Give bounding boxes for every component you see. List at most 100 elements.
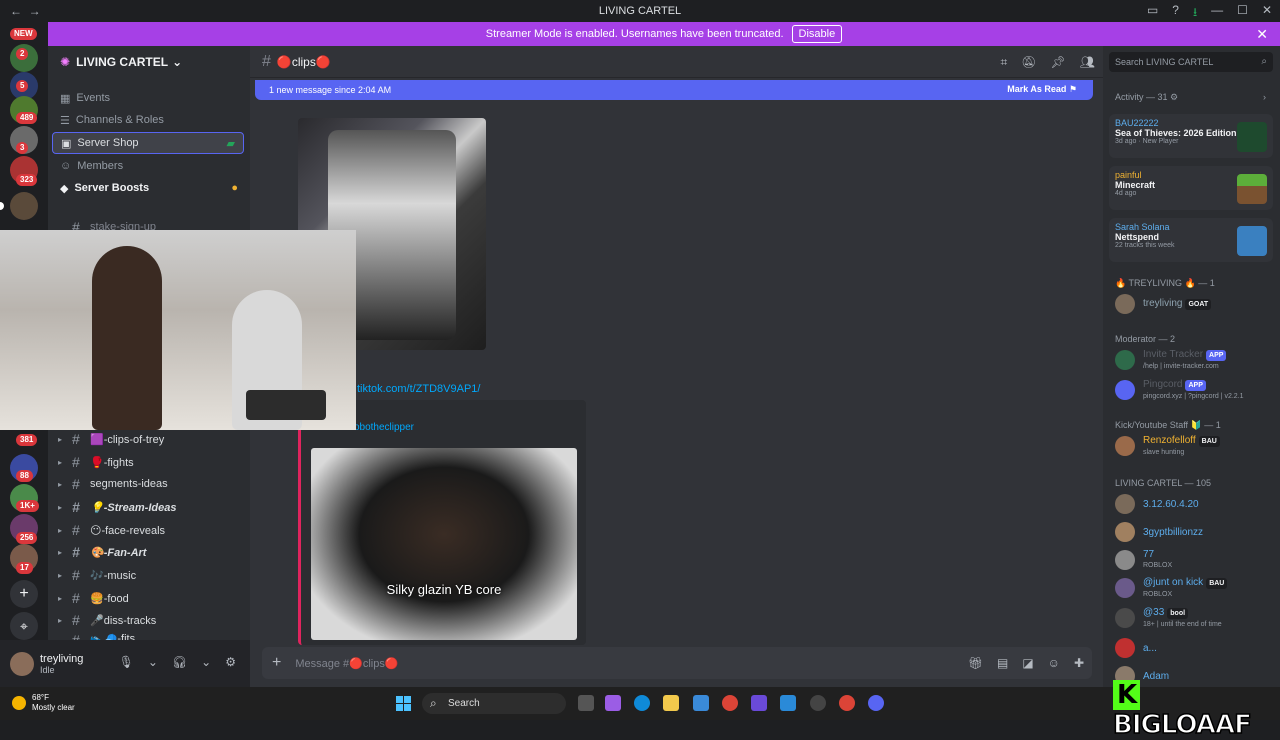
chevron-right-icon: ▸ <box>58 502 63 512</box>
message-composer[interactable]: + Message #🔴clips🔴 🎁︎ ▤ ◪ ☺ ✚ <box>262 647 1092 679</box>
mark-as-read-button[interactable]: Mark As Read ⚑ <box>1007 84 1077 95</box>
download-icon[interactable]: ⭳ <box>1193 3 1197 24</box>
avatar <box>1115 638 1135 658</box>
headphones-icon[interactable]: 🎧︎ <box>172 655 187 669</box>
hash-icon: # <box>72 499 80 515</box>
game-thumbnail <box>1237 174 1267 204</box>
chevron-right-icon: ▸ <box>58 547 63 557</box>
apps-icon[interactable]: ✚ <box>1074 656 1084 670</box>
channel-item[interactable]: ▸ # segments-ideas <box>52 473 244 495</box>
chevron-right-icon: ▸ <box>58 525 63 535</box>
chrome-icon[interactable] <box>722 695 738 711</box>
store-icon[interactable] <box>693 695 709 711</box>
sidebar-item-members[interactable]: ☺ Members <box>52 155 244 177</box>
minimize-icon[interactable]: — <box>1211 3 1223 24</box>
channel-item[interactable]: ▸ # 🎨-Fan-Art <box>52 541 244 563</box>
sticker-icon[interactable]: ◪ <box>1022 656 1033 670</box>
window-title: LIVING CARTEL <box>598 5 682 17</box>
help-icon[interactable]: ? <box>1172 3 1179 24</box>
gift-icon[interactable]: 🎁︎ <box>968 656 983 670</box>
search-input[interactable]: Search LIVING CARTEL ⌕ <box>1109 52 1273 72</box>
app-icon[interactable] <box>810 695 826 711</box>
activity-card[interactable]: BAU22222 Sea of Thieves: 2026 Edition 3d… <box>1109 114 1273 158</box>
member-row[interactable]: Renzofelloff BAU slave hunting <box>1115 434 1275 458</box>
maximize-icon[interactable]: ☐ <box>1237 3 1248 24</box>
weather-widget[interactable]: 68°F Mostly clear <box>12 693 75 713</box>
member-list-icon[interactable]: 👥︎ <box>1080 55 1095 70</box>
chevron-down-icon[interactable]: ⌄ <box>201 655 211 669</box>
chevron-right-icon: ▸ <box>58 479 63 489</box>
windows-start-icon[interactable] <box>396 696 412 712</box>
channel-item[interactable]: ▸ # 🟪-clips-of-trey <box>52 428 244 450</box>
disable-streamer-mode-button[interactable]: Disable <box>791 25 843 43</box>
add-server-icon[interactable]: + <box>10 580 38 608</box>
chevron-right-icon: ▸ <box>58 593 63 603</box>
activity-card[interactable]: painful Minecraft 4d ago <box>1109 166 1273 210</box>
close-window-icon[interactable]: ✕ <box>1262 3 1272 24</box>
taskbar-search[interactable]: ⌕ Search <box>422 693 566 714</box>
sidebar-item-server-boosts[interactable]: ◆ Server Boosts ● <box>52 177 244 199</box>
gif-icon[interactable]: ▤ <box>997 656 1008 670</box>
discover-icon[interactable]: ⌖ <box>10 612 38 640</box>
channel-title: 🔴clips🔴 <box>276 54 331 69</box>
member-row[interactable]: 77 ROBLOX <box>1115 548 1275 572</box>
avatar[interactable] <box>10 651 34 676</box>
sidebar-item-events[interactable]: ▦ Events <box>52 87 244 109</box>
new-messages-bar[interactable]: 1 new message since 2:04 AM Mark As Read… <box>255 80 1093 100</box>
file-explorer-icon[interactable] <box>663 695 679 711</box>
member-row[interactable]: 3.12.60.4.20 <box>1115 492 1275 516</box>
chrome-icon[interactable] <box>839 695 855 711</box>
channel-item[interactable]: # 👟🧢-fits <box>52 632 244 640</box>
channel-item[interactable]: ▸ # 🥊-fights <box>52 451 244 473</box>
nav-arrows[interactable]: ← → <box>10 4 41 18</box>
channel-item[interactable]: ▸ # 😶-face-reveals <box>52 519 244 541</box>
sidebar-item-server-shop[interactable]: ▣ Server Shop ▰ <box>52 132 244 154</box>
copilot-icon[interactable] <box>605 695 621 711</box>
message-input[interactable]: Message #🔴clips🔴 <box>295 657 398 670</box>
message-link[interactable]: tiktok.com/t/ZTD8V9AP1/ <box>357 383 480 395</box>
calendar-icon: ▦ <box>60 92 71 105</box>
server-header[interactable]: ✺ LIVING CARTEL ⌄ 👤 <box>48 46 291 78</box>
user-name: treyliving <box>40 652 84 665</box>
embed-video[interactable]: Silky glazin YB core <box>311 448 577 640</box>
microphone-icon[interactable]: 🎙︎ <box>119 655 134 669</box>
task-view-icon[interactable] <box>578 695 594 711</box>
member-row[interactable]: Invite Tracker APP/help | invite-tracker.… <box>1115 348 1275 372</box>
search-icon: ⌕ <box>430 696 437 710</box>
member-row[interactable]: @33 bool 18+ | until the end of time <box>1115 606 1275 630</box>
member-row[interactable]: 3gyptbillionzz <box>1115 520 1275 544</box>
chevron-down-icon[interactable]: ⌄ <box>148 655 158 669</box>
streamer-mode-banner: Streamer Mode is enabled. Usernames have… <box>48 22 1280 46</box>
channel-item[interactable]: ▸ # 🎤diss-tracks <box>52 609 244 631</box>
edge-icon[interactable] <box>634 695 650 711</box>
sidebar-item-channels-roles[interactable]: ☰ Channels & Roles <box>52 109 244 131</box>
member-row[interactable]: a... <box>1115 636 1275 660</box>
activity-card[interactable]: Sarah Solana Nettspend 22 tracks this we… <box>1109 218 1273 262</box>
game-thumbnail <box>1237 122 1267 152</box>
member-row[interactable]: @junt on kick BAU ROBLOX <box>1115 576 1275 600</box>
app-icon[interactable] <box>751 695 767 711</box>
new-messages-text: 1 new message since 2:04 AM <box>269 85 392 95</box>
server-icon[interactable] <box>10 192 38 220</box>
gear-icon[interactable]: ⚙ <box>225 655 236 669</box>
member-row[interactable]: Pingcord APP pingcord.xyz | ?pingcord | v2… <box>1115 378 1275 402</box>
photos-icon[interactable] <box>780 695 796 711</box>
activity-header[interactable]: Activity — 31 ⚙ › <box>1115 92 1266 103</box>
add-attachment-icon[interactable]: + <box>272 654 281 672</box>
hash-icon: # <box>72 612 80 628</box>
emoji-icon[interactable]: ☺ <box>1048 656 1060 670</box>
notifications-off-icon[interactable]: 🔕︎ <box>1021 55 1036 70</box>
channel-item[interactable]: ▸ # 💡-Stream-Ideas <box>52 496 244 518</box>
threads-icon[interactable]: ⌗ <box>1001 55 1008 70</box>
inbox-icon[interactable]: ▭ <box>1147 3 1158 24</box>
pin-icon[interactable]: 📌︎ <box>1051 55 1066 70</box>
warning-icon: ● <box>231 182 238 194</box>
channel-item[interactable]: ▸ # 🍔-food <box>52 587 244 609</box>
close-banner-icon[interactable]: ✕ <box>1256 26 1268 43</box>
discord-icon[interactable] <box>868 695 884 711</box>
chevron-right-icon: ▸ <box>58 570 63 580</box>
channel-item[interactable]: ▸ # 🎶-music <box>52 564 244 586</box>
member-row[interactable]: treyliving GOAT <box>1115 292 1275 316</box>
window-controls[interactable]: ▭ ? ⭳ — ☐ ✕ <box>1147 3 1272 24</box>
person-left <box>92 246 162 430</box>
